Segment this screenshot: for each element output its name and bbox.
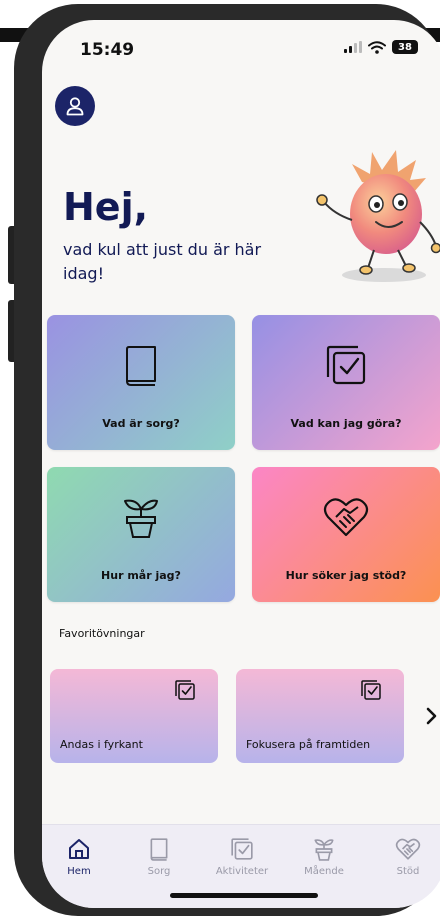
card-label: Hur mår jag? bbox=[101, 569, 181, 582]
book-icon bbox=[150, 838, 168, 861]
favorites-title: Favoritövningar bbox=[59, 627, 145, 640]
tab-label: Mående bbox=[304, 866, 344, 877]
chevron-right-icon[interactable] bbox=[425, 706, 439, 726]
mascot-illustration bbox=[316, 150, 440, 282]
favorite-card-fokusera-pa-framtiden[interactable]: Fokusera på framtiden bbox=[236, 669, 404, 763]
greeting-subtitle: vad kul att just du är här idag! bbox=[63, 240, 262, 283]
favorite-label: Fokusera på framtiden bbox=[246, 738, 371, 751]
card-hur-mar-jag[interactable]: Hur mår jag? bbox=[47, 467, 235, 602]
checklist-icon bbox=[231, 838, 253, 860]
heart-handshake-icon bbox=[323, 498, 369, 537]
tab-sorg[interactable]: Sorg bbox=[119, 837, 199, 877]
favorite-card-andas-i-fyrkant[interactable]: Andas i fyrkant bbox=[50, 669, 218, 763]
status-bar: 15:49 38 bbox=[42, 20, 440, 76]
tab-hem[interactable]: Hem bbox=[42, 837, 119, 877]
card-hur-soker-jag-stod[interactable]: Hur söker jag stöd? bbox=[252, 467, 440, 602]
app-screen: 15:49 38 Hej, vad kul att just du är här… bbox=[42, 20, 440, 908]
checklist-icon bbox=[361, 680, 381, 700]
tab-label: Stöd bbox=[396, 866, 420, 877]
heart-handshake-icon bbox=[395, 838, 421, 860]
card-label: Vad kan jag göra? bbox=[290, 417, 402, 430]
book-icon bbox=[126, 346, 156, 386]
card-label: Vad är sorg? bbox=[102, 417, 180, 430]
user-icon bbox=[66, 97, 84, 116]
signal-icon bbox=[344, 41, 362, 53]
card-label: Hur söker jag stöd? bbox=[285, 569, 407, 582]
home-icon bbox=[69, 839, 89, 859]
status-icons: 38 bbox=[344, 40, 418, 54]
card-vad-kan-jag-gora[interactable]: Vad kan jag göra? bbox=[252, 315, 440, 450]
tab-label: Hem bbox=[67, 866, 91, 877]
battery-icon: 38 bbox=[392, 40, 418, 54]
favorite-label: Andas i fyrkant bbox=[60, 738, 143, 751]
tab-aktiviteter[interactable]: Aktiviteter bbox=[202, 837, 282, 877]
tab-maende[interactable]: Mående bbox=[284, 837, 364, 877]
checklist-icon bbox=[326, 345, 366, 385]
wifi-icon bbox=[368, 40, 386, 54]
home-indicator[interactable] bbox=[170, 893, 318, 898]
greeting-title: Hej, bbox=[63, 185, 149, 229]
phone-frame: 15:49 38 Hej, vad kul att just du är här… bbox=[14, 4, 440, 916]
tab-stod[interactable]: Stöd bbox=[368, 837, 440, 877]
plant-icon bbox=[124, 499, 158, 538]
profile-button[interactable] bbox=[55, 86, 95, 126]
checklist-icon bbox=[175, 680, 195, 700]
plant-icon bbox=[314, 839, 334, 861]
tab-label: Sorg bbox=[147, 866, 171, 877]
status-time: 15:49 bbox=[80, 40, 135, 60]
tab-label: Aktiviteter bbox=[215, 866, 269, 877]
card-vad-ar-sorg[interactable]: Vad är sorg? bbox=[47, 315, 235, 450]
battery-level: 38 bbox=[398, 41, 412, 53]
